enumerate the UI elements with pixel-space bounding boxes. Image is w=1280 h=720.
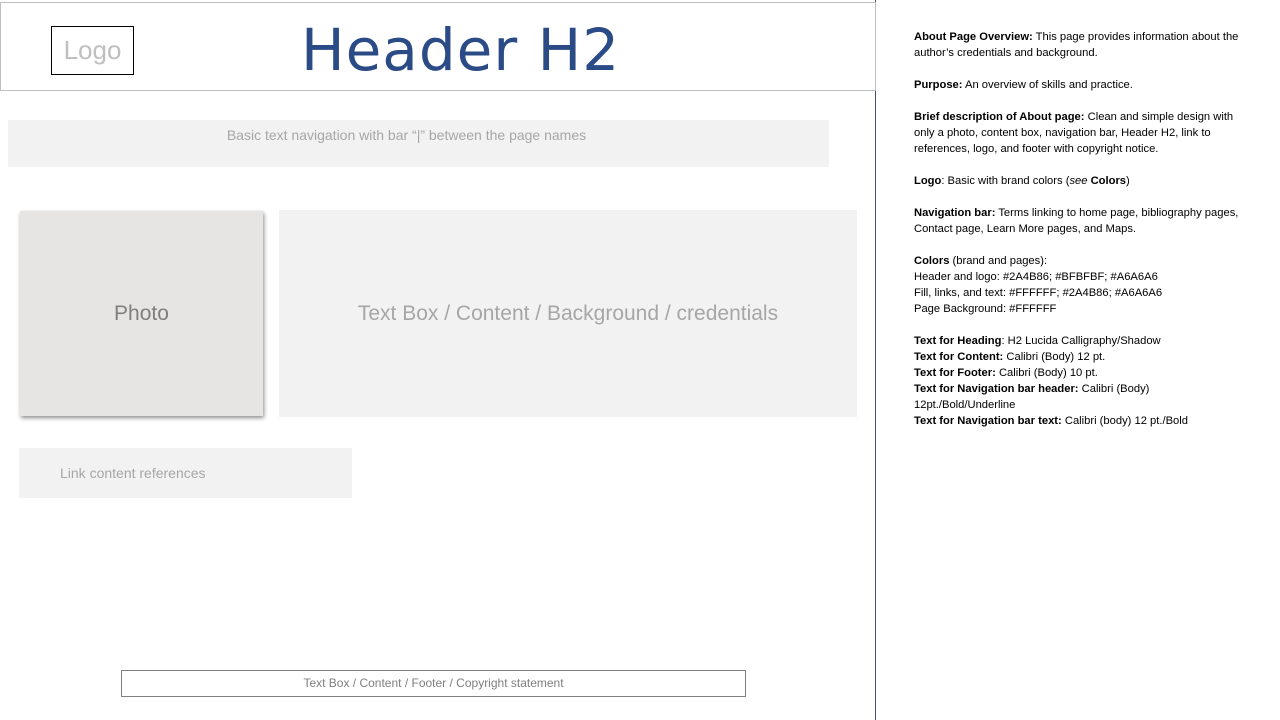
content-text-box: Text Box / Content / Background / creden…: [279, 210, 857, 417]
slide-canvas: Logo Header H2 Basic text navigation wit…: [0, 0, 1280, 720]
references-link-text[interactable]: Link content references: [60, 465, 206, 481]
note-text-specs: Text for Heading: H2 Lucida Calligraphy/…: [914, 333, 1244, 429]
note-text-spec-label: Text for Content:: [914, 351, 1004, 363]
note-text-spec-label: Text for Footer:: [914, 367, 996, 379]
note-colors-line-3: Page Background: #FFFFFF: [914, 303, 1057, 315]
note-purpose: Purpose: An overview of skills and pract…: [914, 77, 1244, 93]
note-colors-label: Colors: [914, 255, 950, 267]
note-logo-text-b: ): [1126, 175, 1130, 187]
note-logo-text-a: : Basic with brand colors (: [941, 175, 1070, 187]
note-description: Brief description of About page: Clean a…: [914, 109, 1244, 157]
note-navbar: Navigation bar: Terms linking to home pa…: [914, 205, 1244, 237]
note-text-spec-content: Text for Content: Calibri (Body) 12 pt.: [914, 349, 1244, 365]
header-title: Header H2: [301, 16, 621, 84]
note-text-spec-label: Text for Heading: [914, 335, 1002, 347]
note-purpose-text: An overview of skills and practice.: [962, 79, 1133, 91]
note-purpose-label: Purpose:: [914, 79, 963, 91]
note-logo-see: see: [1069, 175, 1088, 187]
note-colors-line-1: Header and logo: #2A4B86; #BFBFBF; #A6A6…: [914, 271, 1158, 283]
note-logo-colors-word: Colors: [1087, 175, 1127, 187]
photo-placeholder: Photo: [20, 211, 263, 416]
references-link-box[interactable]: Link content references: [19, 448, 352, 498]
note-text-spec-label: Text for Navigation bar header:: [914, 383, 1079, 395]
note-text-spec-heading: Text for Heading: H2 Lucida Calligraphy/…: [914, 333, 1244, 349]
note-navbar-label: Navigation bar:: [914, 207, 996, 219]
note-colors-heading: Colors (brand and pages):: [914, 253, 1244, 269]
design-notes-panel: About Page Overview: This page provides …: [914, 29, 1244, 445]
note-text-spec-value: Calibri (Body) 10 pt.: [995, 367, 1098, 379]
note-text-spec-value: : H2 Lucida Calligraphy/Shadow: [1001, 335, 1161, 347]
note-text-spec-label: Text for Navigation bar text:: [914, 415, 1062, 427]
note-colors: Colors (brand and pages): Header and log…: [914, 253, 1244, 317]
page-mockup: Logo Header H2 Basic text navigation wit…: [0, 0, 876, 720]
note-text-spec-value: Calibri (Body) 12 pt.: [1003, 351, 1106, 363]
note-overview: About Page Overview: This page provides …: [914, 29, 1244, 61]
note-text-spec-nav-text: Text for Navigation bar text: Calibri (b…: [914, 413, 1244, 429]
footer-text-box: Text Box / Content / Footer / Copyright …: [121, 670, 746, 697]
navigation-bar-text: Basic text navigation with bar “|” betwe…: [226, 127, 587, 143]
note-colors-text: (brand and pages):: [949, 255, 1048, 267]
header-bar: Logo Header H2: [0, 2, 876, 91]
logo-placeholder[interactable]: Logo: [51, 26, 134, 75]
navigation-bar-placeholder[interactable]: Basic text navigation with bar “|” betwe…: [8, 120, 829, 167]
note-overview-label: About Page Overview:: [914, 31, 1033, 43]
note-colors-line-2: Fill, links, and text: #FFFFFF; #2A4B86;…: [914, 287, 1163, 299]
note-text-spec-value: Calibri (body) 12 pt./Bold: [1061, 415, 1188, 427]
note-logo-label: Logo: [914, 175, 942, 187]
note-logo: Logo: Basic with brand colors (see Color…: [914, 173, 1244, 189]
note-text-spec-nav-header: Text for Navigation bar header: Calibri …: [914, 381, 1244, 413]
note-description-label: Brief description of About page:: [914, 111, 1085, 123]
note-text-spec-footer: Text for Footer: Calibri (Body) 10 pt.: [914, 365, 1244, 381]
